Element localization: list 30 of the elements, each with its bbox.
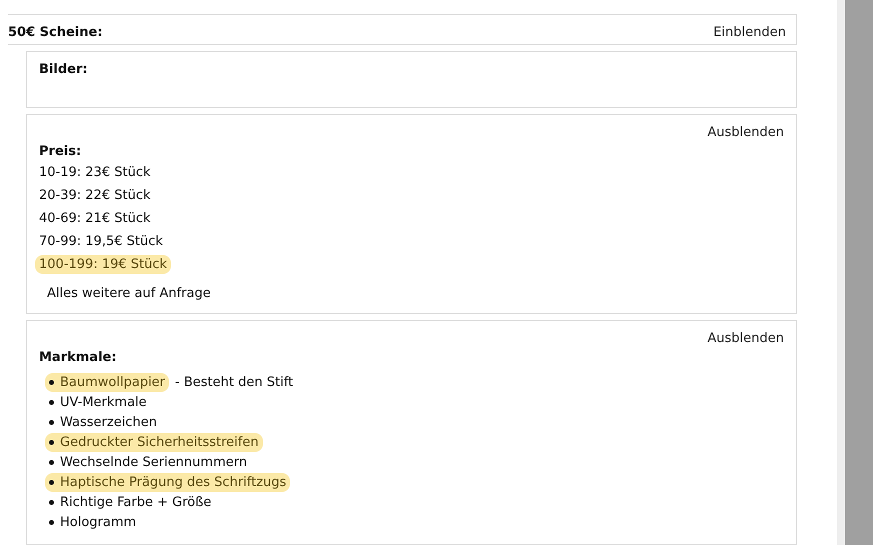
price-line: 70-99: 19,5€ Stück: [38, 233, 164, 251]
bullet-icon: [49, 460, 54, 465]
feature-item: Hologramm: [45, 513, 140, 532]
feature-item: Baumwollpapier: [45, 373, 170, 392]
bullet-icon: [49, 500, 54, 505]
feature-item: Gedruckter Sicherheitsstreifen: [45, 433, 263, 452]
feature-note: - Besteht den Stift: [175, 374, 294, 392]
bullet-icon: [49, 440, 54, 445]
section-title: Markmale:: [39, 350, 118, 365]
feature-item: UV-Merkmale: [45, 393, 151, 412]
feature-item: Richtige Farbe + Größe: [45, 493, 216, 512]
price-line: 40-69: 21€ Stück: [38, 210, 152, 228]
bullet-icon: [49, 400, 54, 405]
price-line: 100-199: 19€ Stück: [35, 255, 172, 274]
section-title: Preis:: [39, 144, 82, 159]
show-link[interactable]: Einblenden: [713, 25, 786, 40]
hide-link[interactable]: Ausblenden: [708, 331, 784, 346]
feature-item: Wechselnde Seriennummern: [45, 453, 252, 472]
price-line: 10-19: 23€ Stück: [38, 164, 152, 182]
feature-item: Haptische Prägung des Schriftzugs: [45, 473, 290, 492]
price-line: 20-39: 22€ Stück: [38, 187, 152, 205]
hide-link[interactable]: Ausblenden: [708, 125, 784, 140]
product-title: 50€ Scheine:: [8, 25, 103, 40]
feature-item: Wasserzeichen: [45, 413, 161, 432]
bullet-icon: [49, 520, 54, 525]
note-text: Alles weitere auf Anfrage: [46, 286, 212, 301]
bullet-icon: [49, 480, 54, 485]
bullet-icon: [49, 420, 54, 425]
section-title: Bilder:: [39, 62, 89, 77]
bullet-icon: [49, 380, 54, 385]
